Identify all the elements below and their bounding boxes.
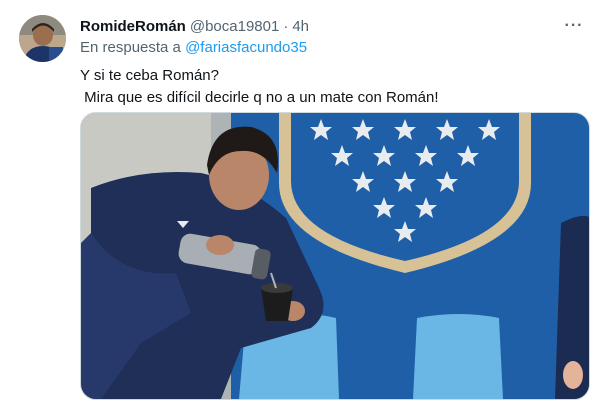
- more-icon: ···: [564, 17, 584, 34]
- separator-dot: ·: [283, 17, 289, 35]
- avatar-image: [19, 15, 66, 62]
- timestamp[interactable]: 4h: [292, 18, 309, 35]
- tweet-text: Y si te ceba Román? Mira que es difícil …: [80, 67, 439, 106]
- tweet-media-image[interactable]: [80, 112, 590, 400]
- photo-mate-roman: [81, 113, 589, 399]
- more-options-button[interactable]: ···: [562, 14, 586, 38]
- tweet-card[interactable]: RomideRomán @boca19801 · 4h ··· En respu…: [0, 0, 600, 412]
- reply-context: En respuesta a @fariasfacundo35: [80, 39, 307, 56]
- user-handle[interactable]: @boca19801: [190, 18, 279, 35]
- avatar[interactable]: [19, 15, 66, 62]
- display-name[interactable]: RomideRomán: [80, 18, 186, 35]
- reply-mention-link[interactable]: @fariasfacundo35: [185, 39, 307, 56]
- reply-prefix: En respuesta a: [80, 39, 181, 56]
- tweet-header: RomideRomán @boca19801 · 4h: [80, 16, 309, 36]
